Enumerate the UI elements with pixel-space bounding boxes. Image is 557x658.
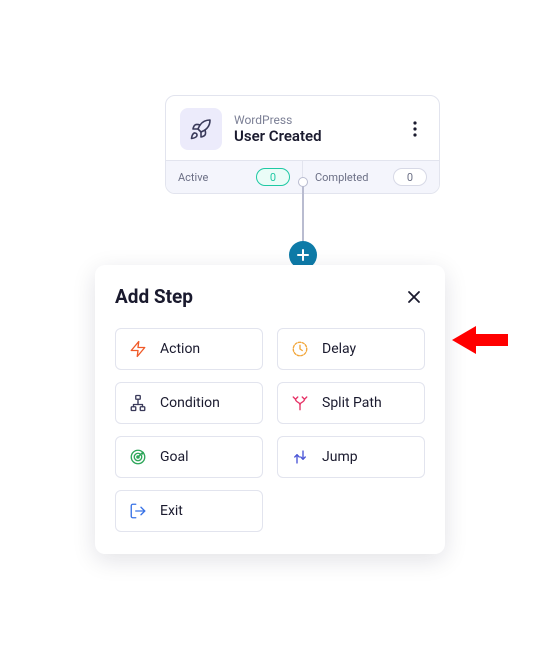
annotation-arrow — [450, 322, 510, 362]
step-option-action[interactable]: Action — [115, 328, 263, 370]
jump-icon — [290, 447, 310, 467]
split-icon — [290, 393, 310, 413]
step-option-label: Goal — [160, 449, 189, 465]
stat-completed-label: Completed — [315, 171, 368, 184]
step-options-grid: Action Delay Condition Split Path — [115, 328, 425, 532]
exit-icon — [128, 501, 148, 521]
flow-connector-dot — [298, 177, 308, 187]
popup-header: Add Step — [115, 285, 425, 308]
sitemap-icon — [128, 393, 148, 413]
step-option-label: Action — [160, 341, 200, 357]
add-step-popup: Add Step Action Delay — [95, 265, 445, 554]
close-button[interactable] — [403, 286, 425, 308]
clock-icon — [290, 339, 310, 359]
more-options-button[interactable] — [405, 117, 425, 141]
step-option-goal[interactable]: Goal — [115, 436, 263, 478]
step-option-label: Split Path — [322, 395, 382, 411]
trigger-title: User Created — [234, 127, 393, 145]
step-option-label: Jump — [322, 449, 358, 465]
popup-title: Add Step — [115, 285, 193, 308]
stat-active-label: Active — [178, 171, 208, 184]
trigger-header: WordPress User Created — [166, 96, 439, 160]
rocket-icon — [180, 108, 222, 150]
step-option-label: Delay — [322, 341, 356, 357]
stat-completed[interactable]: Completed 0 — [302, 161, 439, 193]
stat-active[interactable]: Active 0 — [166, 161, 302, 193]
step-option-jump[interactable]: Jump — [277, 436, 425, 478]
stat-completed-count: 0 — [393, 168, 427, 186]
step-option-exit[interactable]: Exit — [115, 490, 263, 532]
step-option-split-path[interactable]: Split Path — [277, 382, 425, 424]
step-option-label: Exit — [160, 503, 183, 519]
trigger-titles: WordPress User Created — [234, 113, 393, 145]
target-icon — [128, 447, 148, 467]
step-option-delay[interactable]: Delay — [277, 328, 425, 370]
stat-active-count: 0 — [256, 168, 290, 186]
lightning-icon — [128, 339, 148, 359]
step-option-condition[interactable]: Condition — [115, 382, 263, 424]
trigger-source: WordPress — [234, 113, 393, 127]
step-option-label: Condition — [160, 395, 220, 411]
